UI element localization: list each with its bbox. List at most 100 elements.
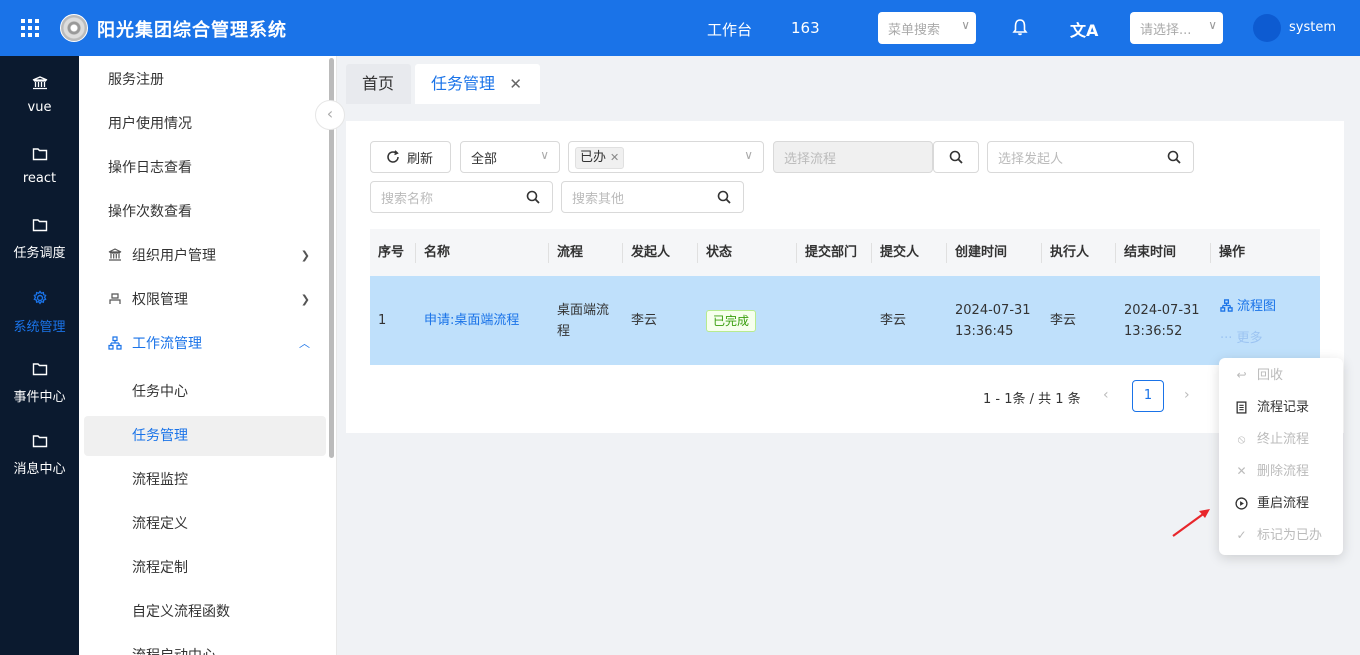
menu-item-delete[interactable]: ✕ 删除流程 — [1219, 456, 1343, 488]
nav-item-label: react — [22, 171, 57, 186]
sub-group-permissions[interactable]: 权限管理 ❯ — [84, 280, 326, 320]
workbench-link[interactable]: 工作台 — [707, 19, 752, 40]
col-header: 流程 — [549, 229, 623, 276]
table-row[interactable]: 1 申请:桌面端流程 桌面端流程 李云 已完成 李云 2024-07-31 13… — [370, 276, 1320, 365]
language-select[interactable]: 请选择... ∨ — [1130, 12, 1223, 44]
nav-item-vue[interactable]: vue — [0, 56, 79, 128]
header-count[interactable]: 163 — [791, 19, 820, 37]
status-badge: 已完成 — [706, 309, 757, 332]
chevron-right-icon[interactable]: › — [1184, 387, 1190, 403]
sub-group-label: 组织用户管理 — [132, 248, 216, 264]
folder-icon — [32, 435, 47, 448]
app-logo — [60, 14, 88, 42]
search-icon[interactable] — [717, 190, 731, 204]
flowchart-label: 流程图 — [1237, 299, 1277, 314]
chevron-down-icon: ∨ — [540, 148, 549, 162]
name-placeholder: 搜索名称 — [381, 192, 434, 207]
other-search-input[interactable]: 搜索其他 — [561, 181, 744, 213]
tag-close-icon[interactable]: ✕ — [610, 151, 619, 164]
avatar[interactable] — [1253, 14, 1281, 42]
sub-item-task-center[interactable]: 任务中心 — [84, 372, 326, 412]
bank-icon — [32, 76, 47, 90]
collapse-sidebar-button[interactable]: ‹ — [315, 100, 345, 130]
translate-icon[interactable]: 文A — [1070, 17, 1098, 41]
menu-item-label: 流程记录 — [1257, 400, 1310, 415]
tab-task-management[interactable]: 任务管理 ✕ — [415, 64, 540, 104]
menu-item-label: 重启流程 — [1257, 496, 1310, 511]
pagination-summary: 1 - 1条 / 共 1 条 — [983, 392, 1081, 407]
more-label: 更多 — [1236, 331, 1263, 346]
scope-select[interactable]: 全部 ∨ — [460, 141, 560, 173]
sub-item-process-launch[interactable]: 流程启动中心 — [84, 636, 326, 655]
sub-item-operation-count[interactable]: 操作次数查看 — [84, 192, 326, 232]
cell-status: 已完成 — [698, 276, 797, 365]
menu-item-process-record[interactable]: 流程记录 — [1219, 392, 1343, 424]
sub-group-workflow[interactable]: 工作流管理 ︿ — [84, 324, 326, 364]
chevron-left-icon[interactable]: ‹ — [1103, 387, 1109, 403]
process-select[interactable]: 选择流程 — [773, 141, 933, 173]
close-icon[interactable]: ✕ — [509, 64, 522, 104]
more-button[interactable]: ··· 更多 — [1220, 327, 1263, 346]
col-header: 状态 — [698, 229, 797, 276]
workflow-icon — [108, 336, 122, 350]
chevron-down-icon: ∨ — [744, 148, 753, 162]
nav-item-label: 系统管理 — [13, 320, 66, 335]
sub-sidebar: 服务注册 用户使用情况 操作日志查看 操作次数查看 组织用户管理 ❯ 权限管理 … — [79, 56, 337, 655]
main-sidebar: vue react 任务调度 系统管理 事件中心 消息中心 — [0, 56, 79, 655]
menu-item-label: 回收 — [1257, 368, 1284, 383]
col-header: 执行人 — [1042, 229, 1116, 276]
return-icon: ↩ — [1236, 368, 1247, 382]
sub-item-task-management[interactable]: 任务管理 — [84, 416, 326, 456]
menu-search-placeholder: 菜单搜索 — [888, 23, 941, 38]
cell-process: 桌面端流程 — [557, 302, 610, 339]
close-icon: ✕ — [1236, 464, 1247, 478]
menu-item-terminate[interactable]: ⦸ 终止流程 — [1219, 424, 1343, 456]
nav-item-task-schedule[interactable]: 任务调度 — [0, 198, 79, 270]
sub-item-service-register[interactable]: 服务注册 — [84, 60, 326, 100]
menu-item-recall[interactable]: ↩ 回收 — [1219, 360, 1343, 392]
chevron-down-icon: ❯ — [300, 293, 310, 306]
search-icon[interactable] — [1167, 150, 1181, 164]
col-header: 序号 — [370, 229, 416, 276]
status-select[interactable]: 已办 ✕ ∨ — [568, 141, 764, 173]
username[interactable]: system — [1289, 20, 1336, 35]
status-tag-label: 已办 — [580, 150, 607, 165]
sub-item-process-definition[interactable]: 流程定义 — [84, 504, 326, 544]
nav-item-react[interactable]: react — [0, 127, 79, 199]
scope-value: 全部 — [471, 152, 498, 167]
search-icon[interactable] — [526, 190, 540, 204]
refresh-label: 刷新 — [407, 152, 434, 167]
folder-icon — [32, 363, 47, 376]
initiator-input[interactable]: 选择发起人 — [987, 141, 1194, 173]
menu-item-mark-done[interactable]: ✓ 标记为已办 — [1219, 520, 1343, 552]
sub-group-org-users[interactable]: 组织用户管理 ❯ — [84, 236, 326, 276]
nav-item-event-center[interactable]: 事件中心 — [0, 342, 79, 414]
sub-item-process-custom[interactable]: 流程定制 — [84, 548, 326, 588]
name-search-input[interactable]: 搜索名称 — [370, 181, 553, 213]
col-header: 提交人 — [872, 229, 947, 276]
process-search-button[interactable] — [933, 141, 979, 173]
sub-item-user-usage[interactable]: 用户使用情况 — [84, 104, 326, 144]
menu-item-restart[interactable]: 重启流程 — [1219, 488, 1343, 520]
tab-home[interactable]: 首页 — [346, 64, 411, 104]
folder-icon — [32, 219, 47, 232]
bell-icon[interactable] — [1012, 18, 1028, 36]
page-button[interactable]: 1 — [1132, 380, 1164, 412]
cell-ended-time: 2024-07-31 13:36:52 — [1124, 302, 1200, 339]
nav-item-message-center[interactable]: 消息中心 — [0, 414, 79, 486]
refresh-button[interactable]: 刷新 — [370, 141, 451, 173]
nav-item-system-management[interactable]: 系统管理 — [0, 270, 79, 342]
flowchart-link[interactable]: 流程图 — [1220, 295, 1276, 314]
tab-label: 任务管理 — [431, 74, 496, 93]
sub-item-operation-log[interactable]: 操作日志查看 — [84, 148, 326, 188]
menu-item-label: 标记为已办 — [1257, 528, 1323, 543]
cell-name-link[interactable]: 申请:桌面端流程 — [416, 276, 549, 365]
apps-grid-icon[interactable] — [21, 19, 39, 37]
cell-index: 1 — [378, 313, 387, 328]
sub-item-custom-function[interactable]: 自定义流程函数 — [84, 592, 326, 632]
menu-item-label: 终止流程 — [1257, 432, 1310, 447]
stop-icon: ⦸ — [1237, 432, 1246, 446]
sub-item-process-monitor[interactable]: 流程监控 — [84, 460, 326, 500]
menu-search-select[interactable]: 菜单搜索 ∨ — [878, 12, 976, 44]
chevron-up-icon: ︿ — [299, 337, 310, 350]
